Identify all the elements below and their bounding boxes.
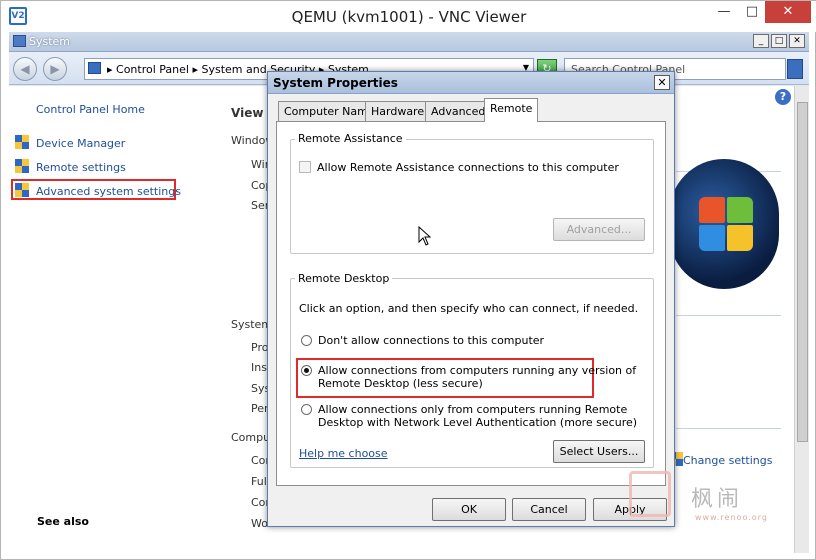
system-properties-dialog: System Properties ✕ Computer Name Hardwa…	[267, 71, 675, 527]
back-button[interactable]: ◀	[13, 57, 37, 81]
radio-allow-nla-label-2: Desktop with Network Level Authenticatio…	[318, 416, 638, 429]
tab-hardware[interactable]: Hardware	[365, 101, 431, 121]
watermark-logo	[629, 471, 671, 517]
shield-icon	[15, 183, 29, 198]
system-row: Ins	[251, 361, 267, 374]
help-me-choose-link[interactable]: Help me choose	[299, 447, 388, 460]
ok-button[interactable]: OK	[432, 498, 506, 521]
divider	[676, 428, 781, 429]
advanced-system-settings-link[interactable]: Advanced system settings	[36, 185, 181, 198]
search-icon[interactable]	[787, 59, 803, 79]
radio-allow-nla[interactable]	[301, 404, 312, 415]
windows-logo-icon	[669, 159, 779, 289]
cancel-button[interactable]: Cancel	[512, 498, 586, 521]
advanced-button[interactable]: Advanced...	[553, 218, 645, 241]
dialog-titlebar: System Properties ✕	[268, 72, 674, 94]
vnc-maximize-button[interactable]: □	[737, 1, 767, 23]
control-panel-home-link[interactable]: Control Panel Home	[36, 103, 145, 116]
dialog-close-button[interactable]: ✕	[654, 75, 670, 90]
control-panel-icon	[88, 62, 101, 74]
scrollbar-thumb[interactable]	[797, 102, 808, 442]
mouse-cursor-icon	[418, 226, 432, 246]
allow-remote-assistance-label: Allow Remote Assistance connections to t…	[317, 161, 619, 174]
system-section-heading: System	[231, 318, 273, 331]
vnc-minimize-button[interactable]: —	[709, 1, 739, 23]
computer-row: Wo	[251, 517, 268, 530]
system-window-title: System	[29, 35, 71, 48]
system-row: Pro	[251, 341, 269, 354]
remote-desktop-label: Remote Desktop	[295, 272, 393, 285]
vnc-titlebar: V2 QEMU (kvm1001) - VNC Viewer — □ ✕	[1, 1, 816, 32]
dialog-title: System Properties	[273, 76, 398, 90]
see-also-heading: See also	[37, 515, 89, 528]
tab-remote[interactable]: Remote	[484, 98, 539, 122]
radio-allow-any-version-label-2: Remote Desktop (less secure)	[318, 377, 483, 390]
remote-settings-link[interactable]: Remote settings	[36, 161, 126, 174]
change-settings-link[interactable]: Change settings	[683, 454, 772, 467]
tab-advanced[interactable]: Advanced	[425, 101, 492, 121]
vnc-window: V2 QEMU (kvm1001) - VNC Viewer — □ ✕ Sys…	[0, 0, 816, 560]
vnc-close-button[interactable]: ✕	[765, 1, 811, 23]
remote-tab-panel: Remote Assistance Allow Remote Assistanc…	[276, 121, 666, 486]
radio-allow-any-version[interactable]	[301, 365, 312, 376]
radio-allow-any-version-label: Allow connections from computers running…	[318, 364, 637, 377]
remote-desktop-instructions: Click an option, and then specify who ca…	[299, 302, 639, 315]
select-users-button[interactable]: Select Users...	[553, 440, 645, 463]
vertical-scrollbar[interactable]	[794, 86, 809, 553]
watermark-url: www.renoo.org	[695, 513, 768, 522]
radio-dont-allow[interactable]	[301, 335, 312, 346]
system-maximize-button[interactable]: □	[771, 34, 787, 48]
device-manager-link[interactable]: Device Manager	[36, 137, 125, 150]
watermark-text: 枫闹	[691, 487, 744, 512]
forward-button[interactable]: ▶	[43, 57, 67, 81]
system-minimize-button[interactable]: _	[753, 34, 769, 48]
remote-assistance-label: Remote Assistance	[295, 132, 406, 145]
vnc-window-title: QEMU (kvm1001) - VNC Viewer	[291, 8, 527, 26]
system-window-icon	[13, 35, 26, 47]
radio-allow-nla-label: Allow connections only from computers ru…	[318, 403, 628, 416]
allow-remote-assistance-checkbox[interactable]	[299, 161, 311, 173]
shield-icon	[15, 159, 29, 174]
divider	[676, 315, 781, 316]
system-close-button[interactable]: ✕	[789, 34, 805, 48]
system-window-titlebar: System _ □ ✕	[9, 32, 809, 52]
radio-dont-allow-label: Don't allow connections to this computer	[318, 334, 545, 347]
help-icon[interactable]: ?	[775, 89, 791, 105]
shield-icon	[15, 135, 29, 150]
